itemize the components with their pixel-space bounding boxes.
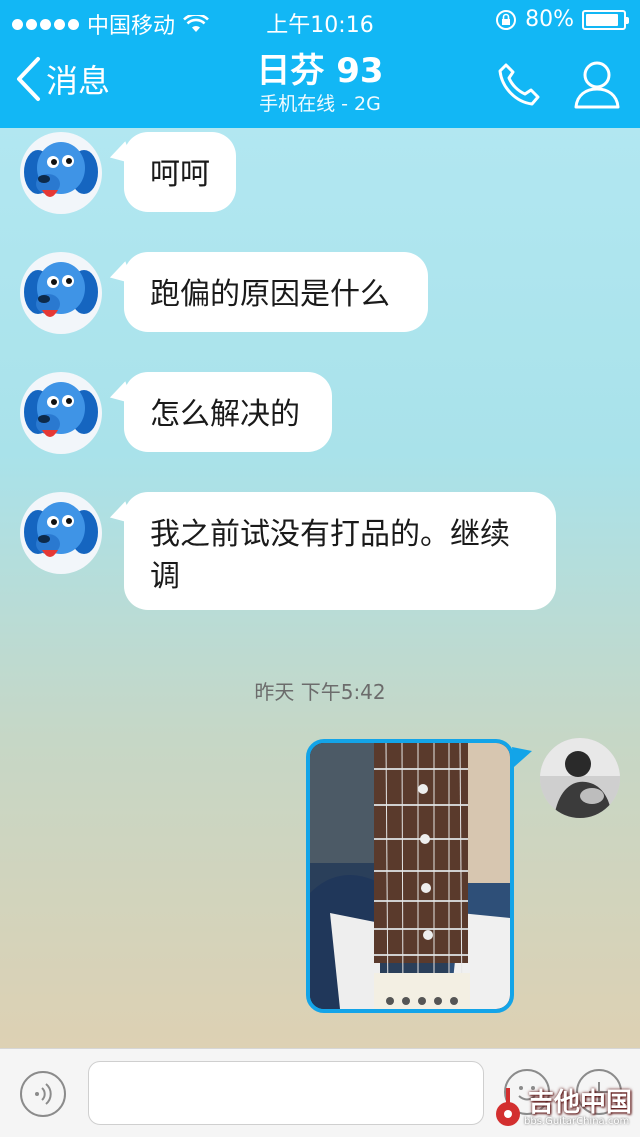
navigation-bar: 消息 日芬 93 手机在线 - 2G (0, 40, 640, 128)
phone-call-icon[interactable] (494, 60, 544, 110)
chat-title: 日芬 93 (256, 51, 384, 91)
voice-input-button[interactable] (20, 1071, 66, 1117)
contact-avatar[interactable] (20, 132, 102, 214)
battery-percent: 80% (525, 7, 574, 32)
voice-wave-icon (35, 1083, 52, 1105)
contact-avatar[interactable] (20, 252, 102, 334)
message-timestamp: 昨天 下午5:42 (254, 680, 386, 704)
my-avatar[interactable] (540, 738, 620, 818)
message-text: 呵呵 (150, 157, 210, 192)
battery-icon (582, 9, 629, 30)
online-status: 手机在线 - 2G (259, 93, 381, 115)
site-watermark: 吉他中国 bbs.GuitarChina.com (488, 1082, 636, 1134)
message-input[interactable] (88, 1061, 484, 1125)
message-text: 跑偏的原因是什么 (150, 277, 390, 312)
image-bubble-tail (512, 747, 532, 767)
message-bubble[interactable]: 我之前试没有打品的。继续调 (124, 492, 556, 610)
contact-profile-icon[interactable] (572, 58, 622, 110)
guitar-photo (310, 743, 510, 1009)
watermark-title: 吉他中国 (528, 1088, 633, 1118)
top-header: 中国移动 上午10:16 80% 消息 日芬 93 手机在线 - 2G (0, 0, 640, 128)
message-bubble[interactable]: 呵呵 (124, 132, 236, 212)
chat-title-area[interactable]: 日芬 93 手机在线 - 2G (0, 50, 640, 116)
status-bar: 中国移动 上午10:16 80% (0, 0, 640, 40)
contact-avatar[interactable] (20, 492, 102, 574)
watermark-url: bbs.GuitarChina.com (524, 1116, 630, 1127)
rotation-lock-icon (496, 9, 517, 30)
message-text: 怎么解决的 (150, 397, 300, 432)
message-bubble[interactable]: 怎么解决的 (124, 372, 332, 452)
guitar-logo-icon (496, 1088, 520, 1126)
image-message[interactable] (306, 739, 514, 1013)
contact-avatar[interactable] (20, 372, 102, 454)
message-bubble[interactable]: 跑偏的原因是什么 (124, 252, 428, 332)
message-text: 我之前试没有打品的。继续调 (150, 517, 510, 594)
